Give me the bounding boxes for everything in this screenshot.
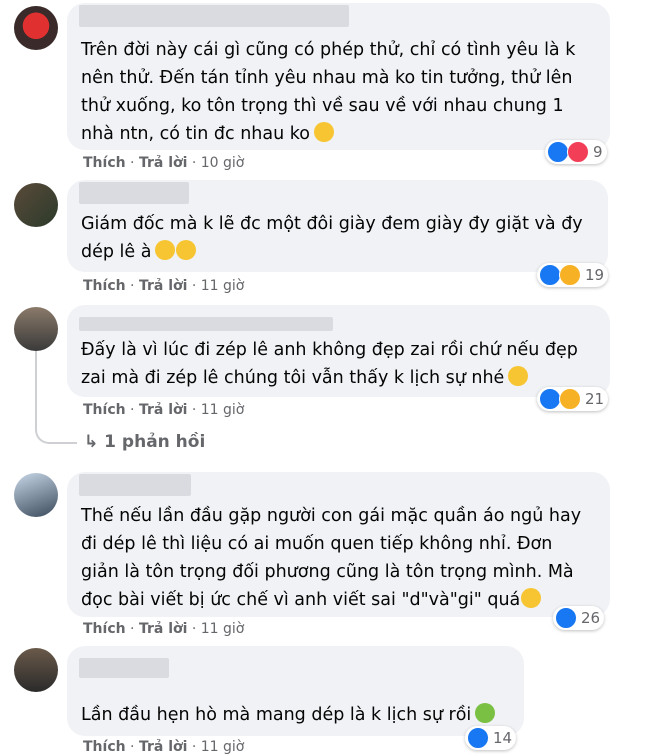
reaction-summary[interactable]: 19	[537, 263, 609, 287]
like-link[interactable]: Thích	[83, 621, 126, 637]
like-link[interactable]: Thích	[83, 402, 126, 418]
avatar[interactable]	[14, 183, 58, 227]
comment-bubble: Thế nếu lần đầu gặp người con gái mặc qu…	[67, 472, 610, 617]
haha-icon	[559, 388, 581, 410]
emoji-thinking-icon	[155, 240, 176, 260]
comment-text-line: Giám đốc mà k lẽ đc một đôi giày đem già…	[81, 214, 583, 234]
replies-count: 1 phản hồi	[104, 432, 206, 452]
comment-text-line: Trên đời này cái gì cũng có phép thử, ch…	[81, 40, 576, 60]
avatar[interactable]	[14, 307, 58, 351]
comment-text-line: nhà ntn, có tin đc nhau ko	[81, 120, 334, 148]
like-icon	[547, 141, 569, 163]
reply-link[interactable]: Trả lời	[139, 278, 187, 294]
timestamp[interactable]: 11 giờ	[201, 402, 245, 418]
comment-text-line: Đấy là vì lúc đi zép lê anh không đẹp za…	[81, 340, 578, 360]
timestamp[interactable]: 10 giờ	[201, 155, 245, 171]
comment-text-line: Thế nếu lần đầu gặp người con gái mặc qu…	[81, 506, 582, 526]
reaction-count: 19	[585, 266, 605, 284]
reaction-count: 21	[585, 390, 605, 408]
reply-link[interactable]: Trả lời	[139, 402, 187, 418]
comment-text-line: thử xuống, ko tôn trọng thì về sau về vớ…	[81, 96, 564, 116]
comment-text: zai mà đi zép lê chúng tôi vẫn thấy k lị…	[81, 368, 505, 388]
reaction-summary[interactable]: 26	[553, 606, 605, 630]
reply-arrow-icon: ↳	[84, 432, 99, 452]
emoji-steam-icon	[521, 588, 542, 608]
comment-text-line: đi dép lê thì liệu có ai muốn quen tiếp …	[81, 534, 553, 554]
like-link[interactable]: Thích	[83, 278, 126, 294]
commenter-name-redacted[interactable]	[79, 658, 169, 678]
like-link[interactable]: Thích	[83, 155, 126, 171]
avatar[interactable]	[14, 6, 58, 50]
reaction-count: 14	[493, 729, 513, 747]
comment-actions: Thích · Trả lời · 11 giờ	[83, 621, 245, 637]
timestamp[interactable]: 11 giờ	[201, 278, 245, 294]
like-icon	[539, 388, 561, 410]
comment-bubble: Giám đốc mà k lẽ đc một đôi giày đem già…	[67, 180, 608, 272]
commenter-name-redacted[interactable]	[79, 5, 349, 27]
comment-actions: Thích · Trả lời · 10 giờ	[83, 155, 245, 171]
comment-bubble: Đấy là vì lúc đi zép lê anh không đẹp za…	[67, 305, 610, 397]
comment-text-line: đọc bài viết bị ức chế vì anh viết sai "…	[81, 586, 542, 614]
reaction-summary[interactable]: 21	[537, 387, 609, 411]
comment-text-line: dép lê à	[81, 238, 197, 266]
love-icon	[567, 141, 589, 163]
avatar[interactable]	[14, 648, 58, 692]
comment-text-line: Lần đầu hẹn hò mà mang dép là k lịch sự …	[81, 701, 496, 729]
reaction-summary[interactable]: 14	[465, 726, 517, 750]
comment-text: nhà ntn, có tin đc nhau ko	[81, 124, 310, 144]
like-icon	[467, 727, 489, 749]
comment-bubble: Trên đời này cái gì cũng có phép thử, ch…	[67, 3, 610, 150]
comment-text-line: nên thử. Đến tán tỉnh yêu nhau mà ko tin…	[81, 68, 573, 88]
reaction-summary[interactable]: 9	[545, 140, 607, 164]
like-icon	[539, 264, 561, 286]
comment-text-line: giản là tôn trọng đối phương cũng là tôn…	[81, 562, 574, 582]
commenter-name-redacted[interactable]	[79, 317, 333, 331]
reaction-count: 9	[593, 143, 603, 161]
reaction-count: 26	[581, 609, 601, 627]
emoji-pacman-icon	[313, 122, 334, 142]
comment-text: đọc bài viết bị ức chế vì anh viết sai "…	[81, 590, 521, 610]
view-replies-link[interactable]: ↳ 1 phản hồi	[84, 432, 205, 452]
comment-text-line: zai mà đi zép lê chúng tôi vẫn thấy k lị…	[81, 364, 529, 392]
comment-text: dép lê à	[81, 242, 152, 262]
haha-icon	[559, 264, 581, 286]
comment-bubble: Lần đầu hẹn hò mà mang dép là k lịch sự …	[67, 646, 524, 736]
emoji-shrug-icon	[475, 703, 496, 723]
comment-text: Lần đầu hẹn hò mà mang dép là k lịch sự …	[81, 705, 472, 725]
comment-actions: Thích · Trả lời · 11 giờ	[83, 278, 245, 294]
emoji-thinking-icon	[176, 240, 197, 260]
avatar[interactable]	[14, 473, 58, 517]
emoji-pleading-icon	[508, 366, 529, 386]
timestamp[interactable]: 11 giờ	[201, 621, 245, 637]
commenter-name-redacted[interactable]	[79, 474, 191, 496]
reply-link[interactable]: Trả lời	[139, 621, 187, 637]
like-icon	[555, 607, 577, 629]
commenter-name-redacted[interactable]	[79, 182, 189, 204]
reply-link[interactable]: Trả lời	[139, 155, 187, 171]
comment-actions: Thích · Trả lời · 11 giờ	[83, 402, 245, 418]
